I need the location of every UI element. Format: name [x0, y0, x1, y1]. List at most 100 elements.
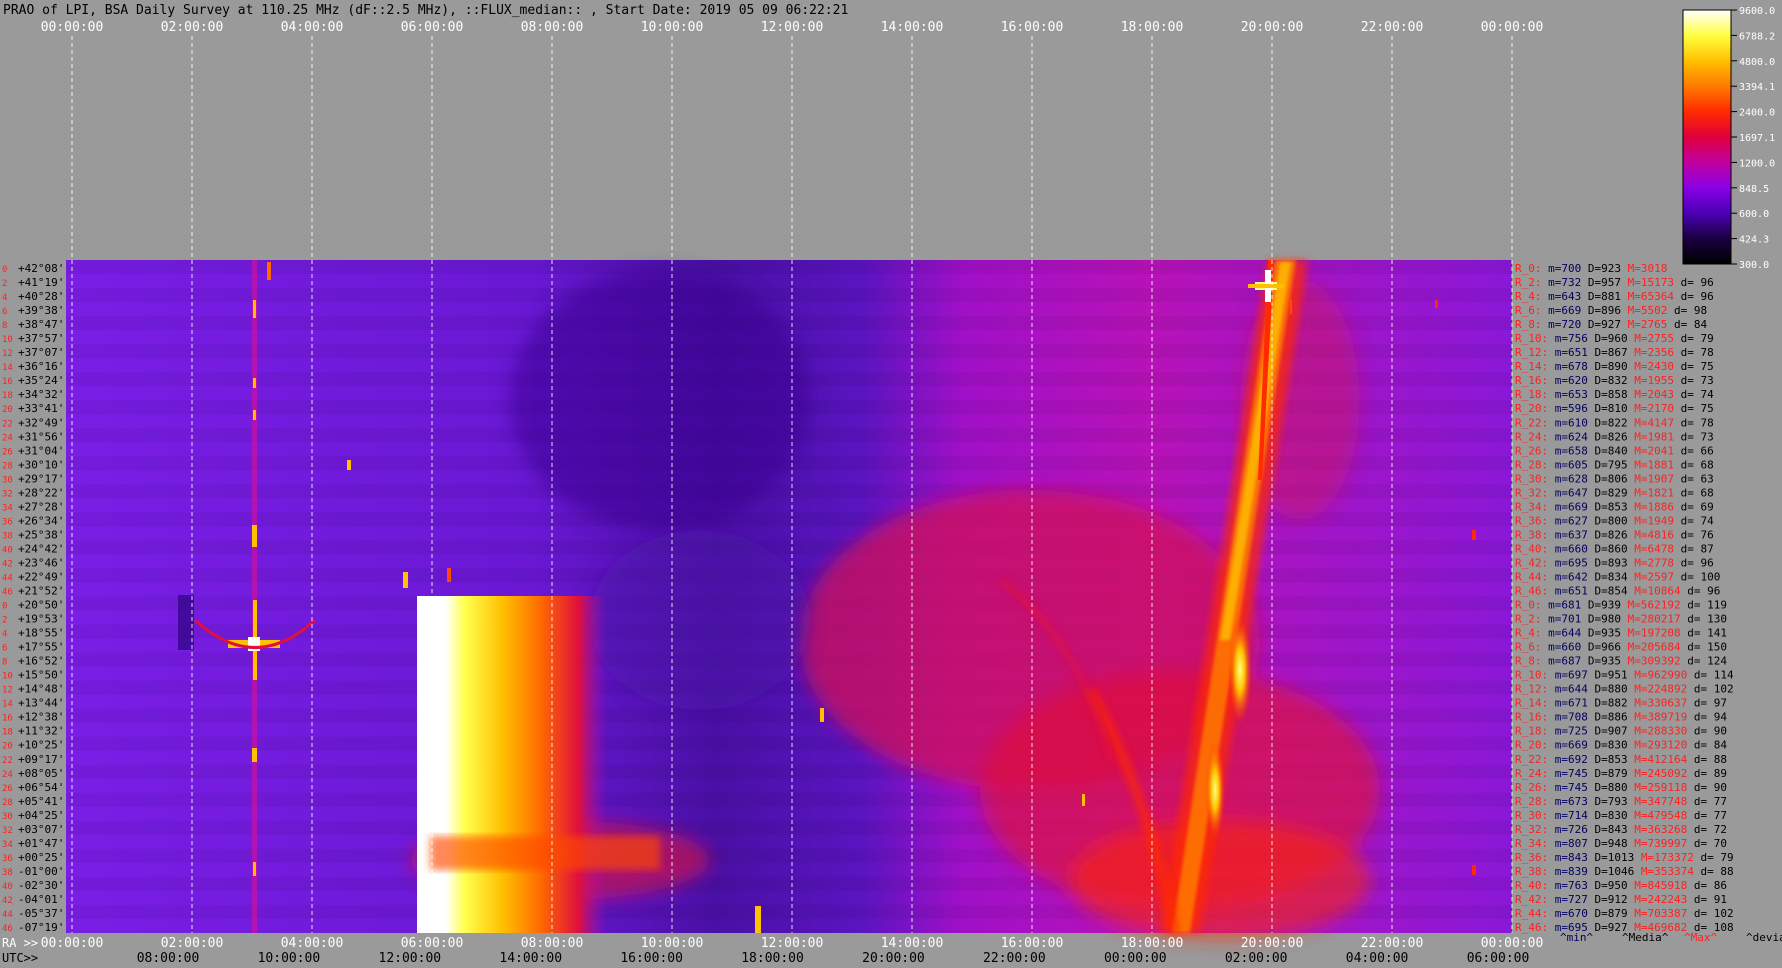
row-index: 16	[2, 714, 13, 724]
beam-stat-row: R_20: m=669 D=830 M=293120 d= 84	[1515, 739, 1727, 752]
declination-label: +01°47'	[18, 837, 64, 850]
row-index: 10	[2, 672, 13, 682]
beam-stat-row: R_38: m=637 D=826 M=4816 d= 76	[1515, 528, 1714, 541]
declination-label: +33°41'	[18, 402, 64, 415]
utc-tick-label: 06:00:00	[1467, 951, 1530, 966]
beam-stat-row: R_18: m=653 D=858 M=2043 d= 74	[1515, 388, 1714, 401]
utc-tick-label: 20:00:00	[862, 951, 925, 966]
declination-label: +19°53'	[18, 613, 64, 626]
declination-label: +29°17'	[18, 472, 64, 485]
colorbar-tick-label: 300.0	[1739, 260, 1769, 271]
row-index: 34	[2, 840, 13, 850]
row-index: 2	[2, 279, 7, 289]
utc-tick-label: 10:00:00	[258, 951, 321, 966]
beam-stat-row: R_38: m=839 D=1046 M=353374 d= 88	[1515, 865, 1734, 878]
utc-tick-label: 04:00:00	[1346, 951, 1409, 966]
colorbar-tick-label: 848.5	[1739, 184, 1769, 195]
declination-label: +15°50'	[18, 669, 64, 682]
declination-label: +13°44'	[18, 697, 64, 710]
beam-stat-row: R_36: m=843 D=1013 M=173372 d= 79	[1515, 851, 1734, 864]
beam-stat-row: R_4: m=644 D=935 M=197208 d= 141	[1515, 627, 1727, 640]
declination-label: -02°30'	[18, 879, 64, 892]
ra-tick-label: 14:00:00	[881, 936, 944, 951]
stats-legend-item: ^min^	[1560, 931, 1593, 944]
row-index: 18	[2, 391, 13, 401]
top-tick-label: 10:00:00	[641, 20, 704, 35]
ra-tick-label: 12:00:00	[761, 936, 824, 951]
stats-legend-item: ^Media^	[1622, 931, 1669, 944]
declination-label: +38°47'	[18, 318, 64, 331]
ra-tick-label: 04:00:00	[281, 936, 344, 951]
beam-statistics: R_0: m=700 D=923 M=3018R_2: m=732 D=957 …	[1515, 262, 1734, 934]
beam-stat-row: R_34: m=807 D=948 M=739997 d= 70	[1515, 837, 1727, 850]
top-tick-label: 14:00:00	[881, 20, 944, 35]
beam-stat-row: R_16: m=708 D=886 M=389719 d= 94	[1515, 711, 1727, 724]
beam-stat-row: R_16: m=620 D=832 M=1955 d= 73	[1515, 374, 1714, 387]
row-index: 30	[2, 475, 13, 485]
colorbar-tick-label: 6788.2	[1739, 31, 1775, 42]
beam-stat-row: R_44: m=642 D=834 M=2597 d= 100	[1515, 570, 1720, 583]
top-tick-label: 02:00:00	[161, 20, 224, 35]
utc-tick-label: 14:00:00	[499, 951, 562, 966]
declination-label: +18°55'	[18, 627, 64, 640]
beam-stat-row: R_36: m=627 D=800 M=1949 d= 74	[1515, 514, 1714, 527]
colorbar-tick-label: 3394.1	[1739, 82, 1775, 93]
row-index: 38	[2, 868, 13, 878]
row-index: 10	[2, 335, 13, 345]
row-index: 24	[2, 770, 13, 780]
row-index: 16	[2, 377, 13, 387]
ra-tick-label: 16:00:00	[1001, 936, 1064, 951]
row-index: 6	[2, 644, 7, 654]
row-index: 20	[2, 742, 13, 752]
utc-tick-label: 22:00:00	[983, 951, 1046, 966]
colorbar-tick-label: 2400.0	[1739, 108, 1775, 119]
declination-label: +21°52'	[18, 585, 64, 598]
utc-tick-label: 16:00:00	[620, 951, 683, 966]
heatmap-plot	[66, 36, 1513, 940]
declination-label: +20°50'	[18, 599, 64, 612]
row-index: 46	[2, 924, 13, 934]
row-index: 36	[2, 854, 13, 864]
figure-title: PRAO of LPI, BSA Daily Survey at 110.25 …	[3, 3, 848, 18]
ra-tick-label: 00:00:00	[41, 936, 104, 951]
row-index: 34	[2, 503, 13, 513]
ra-tick-label: 00:00:00	[1481, 936, 1544, 951]
declination-label: +37°57'	[18, 332, 64, 345]
declination-label: +34°32'	[18, 388, 64, 401]
stats-legend-item: ^Max^	[1684, 931, 1717, 944]
colorbar-tick-label: 424.3	[1739, 235, 1769, 246]
utc-tick-label: 00:00:00	[1104, 951, 1167, 966]
utc-tick-label: 02:00:00	[1225, 951, 1288, 966]
row-index: 24	[2, 433, 13, 443]
colorbar-tick-label: 4800.0	[1739, 57, 1775, 68]
declination-label: +24°42'	[18, 542, 64, 555]
beam-stat-row: R_26: m=658 D=840 M=2041 d= 66	[1515, 444, 1714, 457]
declination-label: +28°22'	[18, 486, 64, 499]
beam-stat-row: R_10: m=697 D=951 M=962990 d= 114	[1515, 669, 1734, 682]
beam-stat-row: R_42: m=727 D=912 M=242243 d= 91	[1515, 893, 1727, 906]
beam-stat-row: R_24: m=745 D=879 M=245092 d= 89	[1515, 767, 1727, 780]
top-tick-label: 12:00:00	[761, 20, 824, 35]
row-index: 42	[2, 896, 13, 906]
row-index: 40	[2, 545, 13, 555]
declination-label: +37°07'	[18, 346, 64, 359]
beam-stat-row: R_22: m=692 D=853 M=412164 d= 88	[1515, 753, 1727, 766]
beam-stat-row: R_46: m=651 D=854 M=10864 d= 96	[1515, 585, 1720, 598]
row-index: 8	[2, 658, 7, 668]
row-index: 28	[2, 461, 13, 471]
ra-tick-label: 08:00:00	[521, 936, 584, 951]
beam-stat-row: R_24: m=624 D=826 M=1981 d= 73	[1515, 430, 1714, 443]
beam-stat-row: R_12: m=644 D=880 M=224892 d= 102	[1515, 683, 1734, 696]
declination-label: +42°08'	[18, 262, 64, 275]
beam-stat-row: R_32: m=647 D=829 M=1821 d= 68	[1515, 486, 1714, 499]
beam-stat-row: R_12: m=651 D=867 M=2356 d= 78	[1515, 346, 1714, 359]
ra-tick-label: 18:00:00	[1121, 936, 1184, 951]
colorbar-ticks: 9600.0 6788.2 4800.0 3394.1 2400.0 1697.1 1200…	[1731, 6, 1775, 271]
declination-label: +14°48'	[18, 683, 64, 696]
declination-label: -07°19'	[18, 921, 64, 934]
row-index: 26	[2, 784, 13, 794]
declination-label: +00°25'	[18, 851, 64, 864]
declination-label: +36°16'	[18, 360, 64, 373]
row-index: 26	[2, 447, 13, 457]
row-index: 44	[2, 910, 13, 920]
